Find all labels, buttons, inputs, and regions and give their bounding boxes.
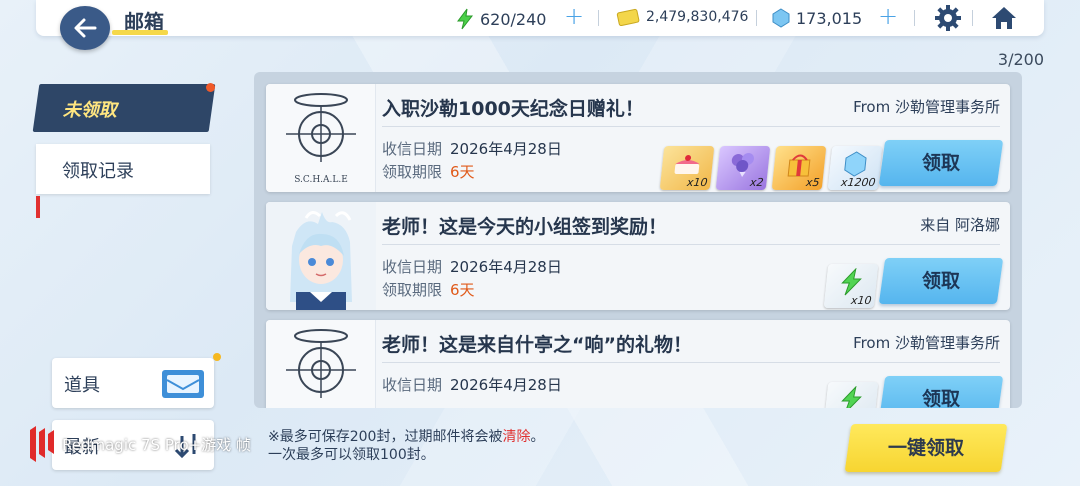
mail-meta: 收信日期 2026年4月28日 — [382, 374, 562, 397]
expire-value: 6天 — [450, 281, 475, 299]
notification-dot — [206, 83, 215, 92]
decorative-strip — [36, 196, 40, 218]
mail-sender: From 沙勒管理事务所 — [853, 334, 1000, 352]
claim-button-label: 领取 — [921, 388, 960, 408]
tab-unclaimed-label: 未领取 — [62, 100, 117, 121]
mail-item[interactable]: 老师！这是来自什亭之“响”的礼物！ From 沙勒管理事务所 收信日期 2026年… — [266, 320, 1010, 408]
tab-claim-history[interactable]: 领取记录 — [36, 144, 210, 194]
expire-value: 6天 — [450, 163, 475, 181]
claim-button[interactable]: 领取 — [878, 258, 1004, 304]
date-value: 2026年4月28日 — [450, 140, 562, 158]
redmagic-logo-icon — [30, 426, 54, 462]
divider — [382, 362, 1000, 363]
sender-portrait: S.C.H.A.L.E — [266, 84, 376, 192]
reward-item[interactable] — [823, 382, 879, 408]
divider — [382, 244, 1000, 245]
mail-title: 入职沙勒1000天纪念日赠礼！ — [382, 98, 644, 120]
watermark-text: Redmagic 7S Pro+游戏 帧 — [62, 435, 251, 454]
mail-tray-icon — [162, 370, 204, 398]
notice-line1: ※最多可保存200封，过期邮件将会被 — [268, 429, 503, 445]
cake-icon — [674, 155, 700, 174]
back-button[interactable] — [60, 6, 110, 50]
mail-sender: 来自 阿洛娜 — [920, 216, 1000, 234]
ap-bolt-icon — [841, 386, 862, 408]
mail-meta: 收信日期 2026年4月28日 领取期限 6天 — [382, 138, 562, 184]
title-underline — [112, 30, 168, 35]
ap-counter: 620/240 — [456, 8, 546, 30]
pyroxene-icon — [772, 8, 790, 28]
tab-unclaimed[interactable]: 未领取 — [32, 84, 216, 132]
credits-counter: 2,479,830,476 — [616, 8, 748, 26]
divider — [756, 10, 757, 26]
schale-caption: S.C.H.A.L.E — [294, 175, 348, 185]
gift-box-icon — [787, 154, 811, 177]
date-value: 2026年4月28日 — [450, 258, 562, 276]
claim-button-label: 领取 — [921, 152, 960, 174]
ap-value: 620/240 — [480, 9, 547, 29]
pyroxene-plus-button[interactable]: + — [878, 4, 898, 28]
reward-quantity: x10 — [686, 176, 709, 189]
sender-portrait — [266, 320, 376, 408]
claim-all-label: 一键领取 — [887, 437, 964, 459]
date-value: 2026年4月28日 — [450, 376, 562, 394]
notification-dot — [213, 353, 221, 361]
device-watermark: Redmagic 7S Pro+游戏 帧 — [26, 424, 251, 464]
schale-emblem-icon: S.C.H.A.L.E — [286, 93, 356, 185]
claim-all-button[interactable]: 一键领取 — [844, 424, 1008, 472]
pyroxene-icon — [844, 151, 867, 177]
mail-notice: ※最多可保存200封，过期邮件将会被清除。 一次最多可以领取100封。 — [268, 428, 544, 464]
expire-label: 领取期限 — [382, 281, 443, 299]
items-button[interactable]: 道具 — [52, 358, 214, 408]
mail-count: 3/200 — [997, 50, 1044, 69]
reward-item[interactable]: x10 — [659, 146, 715, 190]
notice-line1-end: 。 — [530, 429, 545, 445]
arrow-left-icon — [74, 18, 97, 38]
pyroxene-counter: 173,015 — [772, 8, 862, 28]
sender-portrait — [266, 202, 376, 310]
items-button-label: 道具 — [64, 375, 100, 396]
divider — [598, 10, 599, 26]
mail-item[interactable]: S.C.H.A.L.E 入职沙勒1000天纪念日赠礼！ From 沙勒管理事务所… — [266, 84, 1010, 192]
notice-line2: 一次最多可以领取100封。 — [268, 447, 435, 463]
credits-value: 2,479,830,476 — [646, 9, 749, 25]
ap-plus-button[interactable]: + — [564, 4, 584, 28]
reward-quantity: x5 — [805, 176, 821, 189]
tab-claim-history-label: 领取记录 — [62, 161, 134, 182]
divider — [382, 126, 1000, 127]
pyroxene-value: 173,015 — [796, 8, 863, 28]
claim-button[interactable]: 领取 — [878, 376, 1004, 408]
date-label: 收信日期 — [382, 258, 443, 276]
claim-button-label: 领取 — [921, 270, 960, 292]
mail-title: 老师！这是来自什亭之“响”的礼物！ — [382, 334, 692, 356]
reward-item[interactable]: x2 — [715, 146, 771, 190]
schale-emblem-icon — [286, 329, 356, 398]
bouquet-icon — [731, 153, 754, 177]
expire-label: 领取期限 — [382, 163, 443, 181]
mail-meta: 收信日期 2026年4月28日 领取期限 6天 — [382, 256, 562, 302]
reward-item[interactable]: x10 — [823, 264, 879, 308]
mail-sender: From 沙勒管理事务所 — [853, 98, 1000, 116]
mail-item[interactable]: 老师！这是今天的小组签到奖励！ 来自 阿洛娜 收信日期 2026年4月28日 领取… — [266, 202, 1010, 310]
notice-clear: 清除 — [502, 429, 531, 445]
credit-card-icon — [616, 8, 640, 26]
reward-quantity: x2 — [749, 176, 765, 189]
mail-list[interactable]: S.C.H.A.L.E 入职沙勒1000天纪念日赠礼！ From 沙勒管理事务所… — [254, 72, 1022, 408]
gear-icon[interactable] — [934, 4, 962, 32]
reward-item[interactable]: x5 — [771, 146, 827, 190]
claim-button[interactable]: 领取 — [878, 140, 1004, 186]
ap-bolt-icon — [457, 8, 474, 30]
date-label: 收信日期 — [382, 140, 443, 158]
ap-bolt-icon — [841, 268, 862, 296]
divider — [972, 10, 973, 26]
arona-avatar — [266, 202, 376, 310]
home-icon[interactable] — [990, 4, 1018, 32]
mail-title: 老师！这是今天的小组签到奖励！ — [382, 216, 668, 238]
divider — [914, 10, 915, 26]
reward-item[interactable]: x1200 — [827, 146, 883, 190]
reward-quantity: x10 — [850, 294, 873, 307]
reward-quantity: x1200 — [840, 176, 877, 189]
date-label: 收信日期 — [382, 376, 443, 394]
